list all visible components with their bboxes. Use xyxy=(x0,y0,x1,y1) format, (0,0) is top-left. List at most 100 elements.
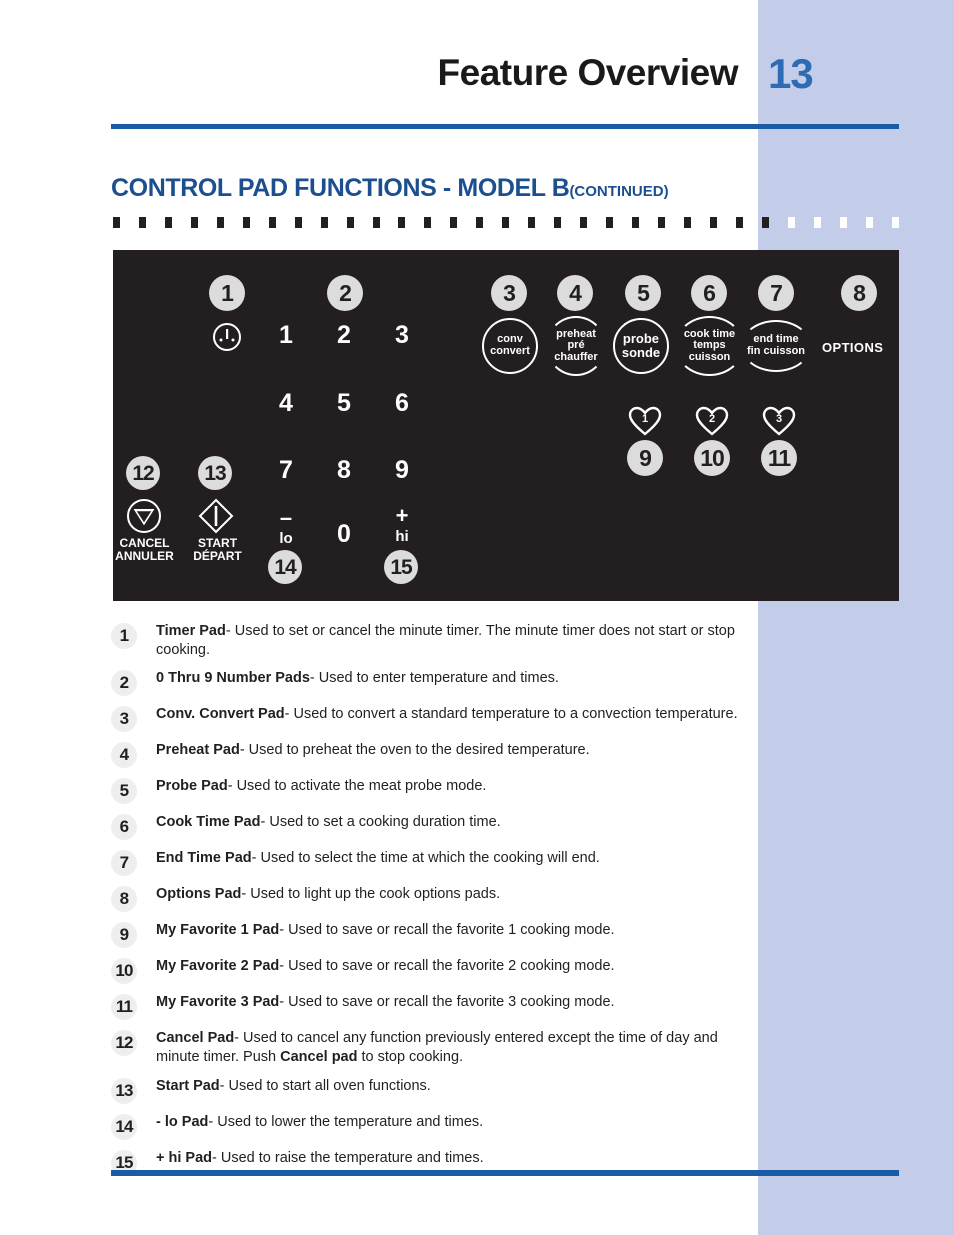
description-emphasis: Cancel pad xyxy=(280,1049,358,1066)
description-number-badge: 11 xyxy=(111,994,137,1021)
divider-dot xyxy=(761,217,769,228)
description-row: 8 Options Pad- Used to light up the cook … xyxy=(111,885,751,913)
section-heading: CONTROL PAD FUNCTIONS - MODEL B(CONTINUE… xyxy=(111,174,669,203)
description-body: - Used to set or cancel the minute timer… xyxy=(156,623,735,659)
description-title: My Favorite 2 Pad xyxy=(156,958,280,975)
control-panel-diagram: 1 2 1 2 3 4 5 6 7 8 9 – lo 0 + hi 14 15 … xyxy=(113,250,899,601)
description-number-badge: 10 xyxy=(111,958,137,985)
conv-line2: convert xyxy=(490,345,530,357)
description-title: Cancel Pad xyxy=(156,1030,235,1047)
cancel-label: CANCEL ANNULER xyxy=(113,537,176,562)
divider-dot xyxy=(268,217,276,228)
keypad-key-5[interactable]: 5 xyxy=(329,389,359,418)
divider-dot xyxy=(865,217,873,228)
description-text: My Favorite 2 Pad- Used to save or recal… xyxy=(156,957,751,976)
timer-clock-icon xyxy=(213,323,241,351)
description-title: + hi Pad xyxy=(156,1149,213,1166)
divider-dot xyxy=(320,217,328,228)
description-row: 4 Preheat Pad- Used to preheat the oven t… xyxy=(111,741,751,769)
description-row: 9 My Favorite 1 Pad- Used to save or reca… xyxy=(111,921,751,949)
preheat-line3: chauffer xyxy=(554,350,598,363)
divider-dot xyxy=(113,217,120,228)
description-text: Timer Pad- Used to set or cancel the min… xyxy=(156,622,751,660)
callout-14: 14 xyxy=(268,550,302,584)
description-row: 2 0 Thru 9 Number Pads- Used to enter tem… xyxy=(111,669,751,697)
footer-divider-rule xyxy=(111,1170,899,1176)
divider-dot xyxy=(580,217,588,228)
description-number-badge: 3 xyxy=(111,706,137,733)
pad-description-list: 1 Timer Pad- Used to set or cancel the mi… xyxy=(111,622,751,1185)
right-margin-band xyxy=(758,0,954,1235)
divider-dot xyxy=(502,217,510,228)
description-body: - Used to lower the temperature and time… xyxy=(208,1113,484,1130)
start-diamond-icon[interactable] xyxy=(197,497,235,535)
keypad-key-8[interactable]: 8 xyxy=(329,456,359,485)
description-title: My Favorite 3 Pad xyxy=(156,994,280,1011)
page-header: Feature Overview 13 xyxy=(0,50,954,124)
keypad-key-1[interactable]: 1 xyxy=(271,321,301,350)
callout-9: 9 xyxy=(627,440,663,476)
divider-dot xyxy=(658,217,666,228)
section-heading-continued: (CONTINUED) xyxy=(569,183,669,200)
description-body: - Used to preheat the oven to the desire… xyxy=(239,742,590,759)
divider-dot xyxy=(476,217,484,228)
divider-dot xyxy=(164,217,172,228)
description-body: - Used to activate the meat probe mode. xyxy=(227,778,487,795)
description-number-badge: 2 xyxy=(111,670,137,697)
plus-sign: + xyxy=(395,503,409,528)
dotted-divider xyxy=(113,217,899,228)
pad-end-time[interactable]: end time fin cuisson xyxy=(741,320,811,372)
favorite-3-heart-icon[interactable]: 3 xyxy=(762,406,796,436)
description-text: Start Pad- Used to start all oven functi… xyxy=(156,1077,751,1096)
description-number-badge: 5 xyxy=(111,778,137,805)
description-number-badge: 8 xyxy=(111,886,137,913)
divider-dot xyxy=(709,217,717,228)
description-text: Options Pad- Used to light up the cook o… xyxy=(156,885,751,904)
keypad-key-6[interactable]: 6 xyxy=(387,389,417,418)
callout-3: 3 xyxy=(491,275,527,311)
keypad-key-3[interactable]: 3 xyxy=(387,321,417,350)
description-title: Preheat Pad xyxy=(156,742,240,759)
divider-dot xyxy=(398,217,406,228)
callout-13: 13 xyxy=(198,456,232,490)
description-body: - Used to enter temperature and times. xyxy=(309,670,559,687)
callout-2: 2 xyxy=(327,275,363,311)
description-title: Options Pad xyxy=(156,886,242,903)
cancel-triangle-down-icon[interactable] xyxy=(125,497,163,535)
keypad-key-7[interactable]: 7 xyxy=(271,456,301,485)
description-number-badge: 7 xyxy=(111,850,137,877)
divider-dot xyxy=(787,217,795,228)
description-text: Conv. Convert Pad- Used to convert a sta… xyxy=(156,705,751,724)
description-title: Timer Pad xyxy=(156,623,226,639)
pad-cook-time[interactable]: cook time temps cuisson xyxy=(675,316,744,376)
divider-dot xyxy=(372,217,380,228)
keypad-key-2[interactable]: 2 xyxy=(329,321,359,350)
description-row: 1 Timer Pad- Used to set or cancel the mi… xyxy=(111,622,751,660)
hi-label: hi xyxy=(395,528,409,545)
description-number-badge: 1 xyxy=(111,623,137,649)
keypad-key-plus-hi[interactable]: + hi xyxy=(385,503,419,545)
divider-dot xyxy=(891,217,899,228)
keypad-key-minus-lo[interactable]: – lo xyxy=(269,507,303,547)
pad-options[interactable]: OPTIONS xyxy=(822,340,883,355)
divider-dot xyxy=(138,217,146,228)
cancel-label-fr: ANNULER xyxy=(115,548,174,563)
svg-text:1: 1 xyxy=(642,413,648,425)
page-number: 13 xyxy=(768,50,814,97)
pad-conv-convert[interactable]: conv convert xyxy=(482,318,538,374)
pad-preheat[interactable]: preheat pré chauffer xyxy=(546,316,606,376)
description-number-badge: 4 xyxy=(111,742,137,769)
keypad-key-4[interactable]: 4 xyxy=(271,389,301,418)
description-title: 0 Thru 9 Number Pads xyxy=(156,670,310,687)
keypad-key-9[interactable]: 9 xyxy=(387,456,417,485)
description-body: - Used to light up the cook options pads… xyxy=(241,886,501,903)
divider-dot xyxy=(606,217,614,228)
favorite-1-heart-icon[interactable]: 1 xyxy=(628,406,662,436)
pad-probe[interactable]: probe sonde xyxy=(613,318,669,374)
divider-dot xyxy=(190,217,198,228)
description-row: 7 End Time Pad- Used to select the time a… xyxy=(111,849,751,877)
callout-5: 5 xyxy=(625,275,661,311)
divider-dot xyxy=(450,217,458,228)
favorite-2-heart-icon[interactable]: 2 xyxy=(695,406,729,436)
keypad-key-0[interactable]: 0 xyxy=(329,520,359,549)
